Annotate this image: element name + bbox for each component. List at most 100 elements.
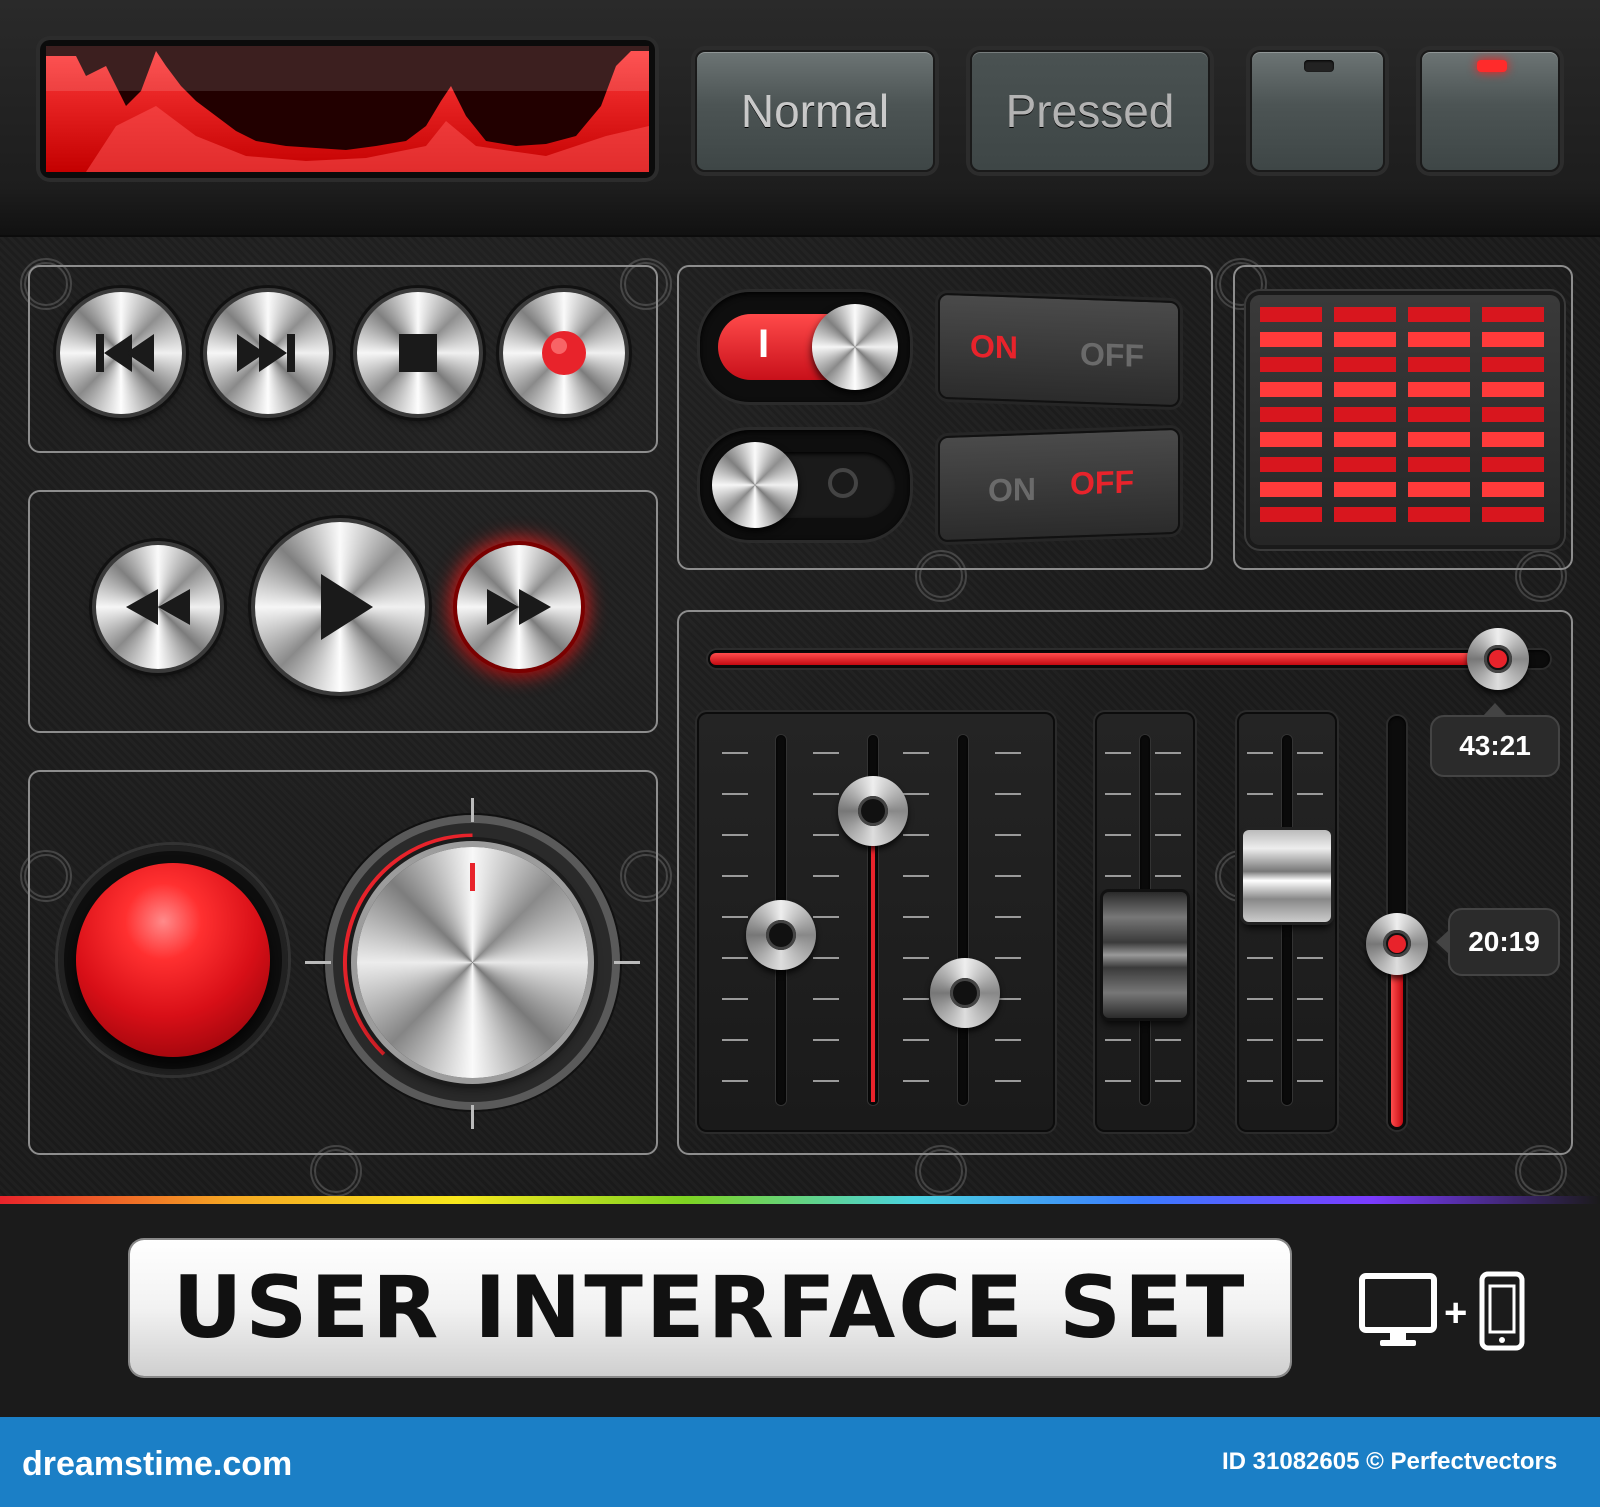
equalizer-segment (1408, 307, 1470, 322)
play-button[interactable] (255, 522, 425, 692)
equalizer-segment (1260, 482, 1322, 497)
equalizer-segment (1334, 357, 1396, 372)
rewind-icon (126, 589, 190, 625)
toggle-off-circle-icon (828, 468, 858, 498)
fader-tick (995, 875, 1021, 877)
fader-tick (1155, 875, 1181, 877)
big-red-button[interactable] (58, 845, 288, 1075)
fast-forward-icon (487, 589, 551, 625)
fader-tick (903, 916, 929, 918)
toggle-on-label: I (758, 322, 770, 366)
equalizer-segment (1334, 332, 1396, 347)
toggle-on[interactable]: I (700, 292, 910, 402)
equalizer-segment (1482, 382, 1544, 397)
equalizer-segment (1334, 457, 1396, 472)
equalizer-segment (1260, 307, 1322, 322)
fader-tick (903, 834, 929, 836)
skip-forward-icon (237, 334, 295, 372)
fader-tick (995, 1039, 1021, 1041)
knob-tick-bottom (471, 1105, 474, 1129)
normal-button[interactable]: Normal (695, 50, 935, 172)
equalizer-segment (1482, 407, 1544, 422)
fader-tick (813, 1080, 839, 1082)
rocker-off-inactive-label: ON (988, 470, 1036, 509)
channel-fader-cap-2[interactable] (1243, 830, 1331, 922)
fader-tick (1247, 793, 1273, 795)
fader-tick (813, 793, 839, 795)
seek-thumb-dot (1488, 650, 1507, 668)
rocker-switch-off[interactable]: ON OFF (938, 427, 1180, 543)
record-icon (542, 331, 586, 375)
footer-site[interactable]: dreamstime.com (22, 1445, 292, 1484)
fader-tick (995, 957, 1021, 959)
equalizer-segment (1260, 332, 1322, 347)
equalizer-segment (1408, 507, 1470, 522)
fader-tick (903, 1080, 929, 1082)
fader-2-fill (871, 810, 875, 1102)
knob-indicator (470, 863, 475, 891)
round-fader-thumb-1[interactable] (746, 900, 816, 970)
equalizer-segment (1408, 432, 1470, 447)
equalizer-segment (1482, 432, 1544, 447)
desktop-plus-mobile-icon: + (1359, 1271, 1525, 1351)
equalizer-segment (1260, 407, 1322, 422)
title-banner: USER INTERFACE SET (130, 1240, 1290, 1376)
equalizer-display (1250, 295, 1560, 545)
equalizer-segment (1482, 332, 1544, 347)
indicator-button-on[interactable] (1420, 50, 1560, 172)
fader-tick (813, 998, 839, 1000)
equalizer-bars (1260, 307, 1544, 522)
fader-tick (1105, 1039, 1131, 1041)
fader-tick (722, 793, 748, 795)
fader-tick (1247, 998, 1273, 1000)
rocker-on-active-label: ON (970, 327, 1018, 366)
channel-fader-cap-1[interactable] (1103, 892, 1187, 1018)
knob-tick-left (305, 961, 331, 964)
fader-tick (722, 957, 748, 959)
fast-forward-button[interactable] (457, 545, 581, 669)
indicator-button-off[interactable] (1250, 50, 1385, 172)
equalizer-segment (1408, 457, 1470, 472)
equalizer-segment (1334, 407, 1396, 422)
equalizer-segment (1260, 457, 1322, 472)
fader-tick (1247, 1039, 1273, 1041)
fader-tick (722, 752, 748, 754)
fader-groove-3 (958, 735, 968, 1105)
fader-tick (903, 875, 929, 877)
rainbow-divider (0, 1196, 1600, 1204)
fader-tick (1105, 834, 1131, 836)
volume-knob[interactable] (325, 815, 620, 1110)
rocker-off-active-label: OFF (1070, 463, 1134, 502)
toggle-off[interactable] (700, 430, 910, 540)
big-red-button-cap (76, 863, 270, 1057)
round-fader-thumb-2[interactable] (838, 776, 908, 846)
equalizer-segment (1334, 432, 1396, 447)
waveform-display (40, 40, 655, 178)
knob-tick-right (614, 961, 640, 964)
rewind-button[interactable] (96, 545, 220, 669)
fader-tick (813, 957, 839, 959)
fader-tick (903, 957, 929, 959)
seek-slider-track[interactable] (708, 650, 1550, 668)
rocker-on-inactive-label: OFF (1080, 335, 1144, 374)
fader-tick (995, 916, 1021, 918)
skip-back-button[interactable] (60, 292, 182, 414)
equalizer-segment (1334, 382, 1396, 397)
record-button[interactable] (503, 292, 625, 414)
fader-tick (995, 752, 1021, 754)
stop-button[interactable] (357, 292, 479, 414)
footer-credit: ID 31082605 © Perfectvectors (1222, 1448, 1558, 1475)
fader-tick (1105, 752, 1131, 754)
equalizer-segment (1408, 482, 1470, 497)
pressed-button[interactable]: Pressed (970, 50, 1210, 172)
fader-tick (722, 916, 748, 918)
equalizer-segment (1334, 482, 1396, 497)
round-fader-thumb-3[interactable] (930, 958, 1000, 1028)
stop-icon (399, 334, 437, 372)
fader-tick (995, 1080, 1021, 1082)
rocker-switch-on[interactable]: ON OFF (938, 292, 1180, 408)
equalizer-segment (1408, 382, 1470, 397)
fader-tick (722, 834, 748, 836)
seek-bubble-pointer (1483, 703, 1507, 716)
skip-forward-button[interactable] (207, 292, 329, 414)
